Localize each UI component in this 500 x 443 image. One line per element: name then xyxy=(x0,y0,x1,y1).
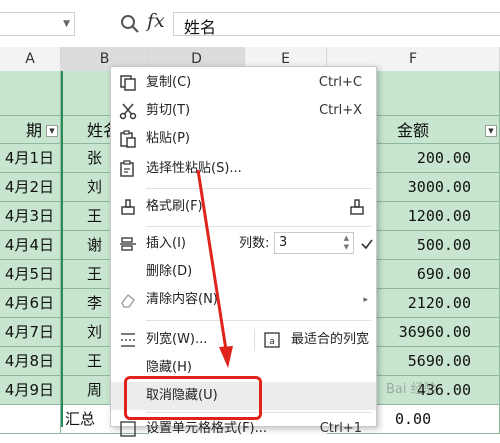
shortcut-label: Ctrl+X xyxy=(319,103,362,118)
column-width-icon xyxy=(121,333,135,347)
paintbrush-icon xyxy=(121,199,135,215)
menu-label: 插入(I) xyxy=(146,236,186,251)
menu-item-paste[interactable]: 粘贴(P) xyxy=(111,125,376,153)
paste-icon xyxy=(120,130,136,148)
autofit-column-icon: a xyxy=(264,332,280,348)
shortcut-label: Ctrl+C xyxy=(318,75,362,90)
menu-separator xyxy=(146,320,371,321)
scissors-icon xyxy=(119,103,137,120)
header-date[interactable]: 期 ▼ xyxy=(0,116,61,144)
date-cell[interactable]: 4月8日 xyxy=(0,347,61,376)
watermark: Bai 经验 xyxy=(386,382,437,397)
submenu-arrow-icon: ▸ xyxy=(363,295,368,305)
menu-separator xyxy=(146,226,371,227)
menu-divider xyxy=(254,329,255,351)
confirm-check-icon[interactable] xyxy=(360,237,374,251)
date-cell[interactable]: 4月5日 xyxy=(0,260,61,289)
formula-bar: ▼ fx 姓名 xyxy=(0,0,500,47)
date-cell[interactable]: 4月3日 xyxy=(0,202,61,231)
column-count-label: 列数: xyxy=(239,236,270,251)
chevron-down-icon[interactable]: ▼ xyxy=(63,19,70,29)
paste-special-icon xyxy=(120,160,134,177)
svg-text:a: a xyxy=(269,337,275,347)
filter-dropdown-icon[interactable]: ▼ xyxy=(46,125,58,137)
menu-label: 删除(D) xyxy=(146,264,193,279)
header-date-label: 期 xyxy=(25,121,42,140)
total-date-cell[interactable] xyxy=(0,405,61,434)
menu-label: 复制(C) xyxy=(146,75,192,90)
fx-icon[interactable]: fx xyxy=(147,10,165,32)
insert-column-icon xyxy=(120,237,136,251)
shortcut-label: Ctrl+1 xyxy=(319,421,362,436)
menu-item-clear-contents[interactable]: 清除内容(N) ▸ xyxy=(111,286,376,314)
menu-label: 格式刷(F) xyxy=(146,199,203,214)
eraser-icon xyxy=(121,294,135,308)
menu-label: 粘贴(P) xyxy=(146,131,190,146)
column-count-value: 3 xyxy=(279,235,288,250)
date-cell[interactable]: 4月6日 xyxy=(0,289,61,318)
name-box[interactable]: ▼ xyxy=(0,12,75,36)
menu-item-copy[interactable]: 复制(C) Ctrl+C xyxy=(111,69,376,97)
menu-item-column-width[interactable]: 列宽(W)... a 最适合的列宽 xyxy=(111,326,376,354)
date-cell[interactable]: 4月7日 xyxy=(0,318,61,347)
spinner-icon[interactable]: ▲ ▼ xyxy=(344,234,349,252)
menu-item-cut[interactable]: 剪切(T) Ctrl+X xyxy=(111,97,376,125)
date-cell[interactable]: 4月9日 xyxy=(0,376,61,405)
menu-label: 剪切(T) xyxy=(146,103,191,118)
selection-edge xyxy=(61,71,63,427)
format-cells-icon xyxy=(120,421,136,437)
highlight-box xyxy=(124,376,262,420)
zoom-icon[interactable] xyxy=(119,13,141,35)
copy-icon xyxy=(120,75,136,91)
menu-label: 选择性粘贴(S)... xyxy=(146,161,242,176)
cell[interactable] xyxy=(0,71,61,116)
format-brush-icon[interactable] xyxy=(348,198,366,216)
menu-item-paste-special[interactable]: 选择性粘贴(S)... xyxy=(111,155,376,183)
formula-input[interactable]: 姓名 xyxy=(173,12,500,37)
date-cell[interactable]: 4月1日 xyxy=(0,144,61,173)
menu-item-format-painter[interactable]: 格式刷(F) xyxy=(111,193,376,221)
column-count-input[interactable]: 3 ▲ ▼ xyxy=(274,232,354,254)
menu-separator xyxy=(146,188,371,189)
header-amount-label: 金额 xyxy=(396,121,429,140)
context-menu: 复制(C) Ctrl+C 剪切(T) Ctrl+X 粘贴(P) 选择性粘贴(S)… xyxy=(110,66,377,437)
date-cell[interactable]: 4月4日 xyxy=(0,231,61,260)
column-header-a[interactable]: A xyxy=(0,47,61,71)
menu-item-delete[interactable]: 删除(D) xyxy=(111,258,376,286)
date-cell[interactable]: 4月2日 xyxy=(0,173,61,202)
filter-dropdown-icon[interactable]: ▼ xyxy=(485,125,497,137)
autofit-column-label[interactable]: 最适合的列宽 xyxy=(291,326,369,354)
menu-label: 列宽(W)... xyxy=(146,332,208,347)
menu-item-insert[interactable]: 插入(I) 列数: 3 ▲ ▼ xyxy=(111,230,376,258)
menu-label: 清除内容(N) xyxy=(146,292,218,307)
